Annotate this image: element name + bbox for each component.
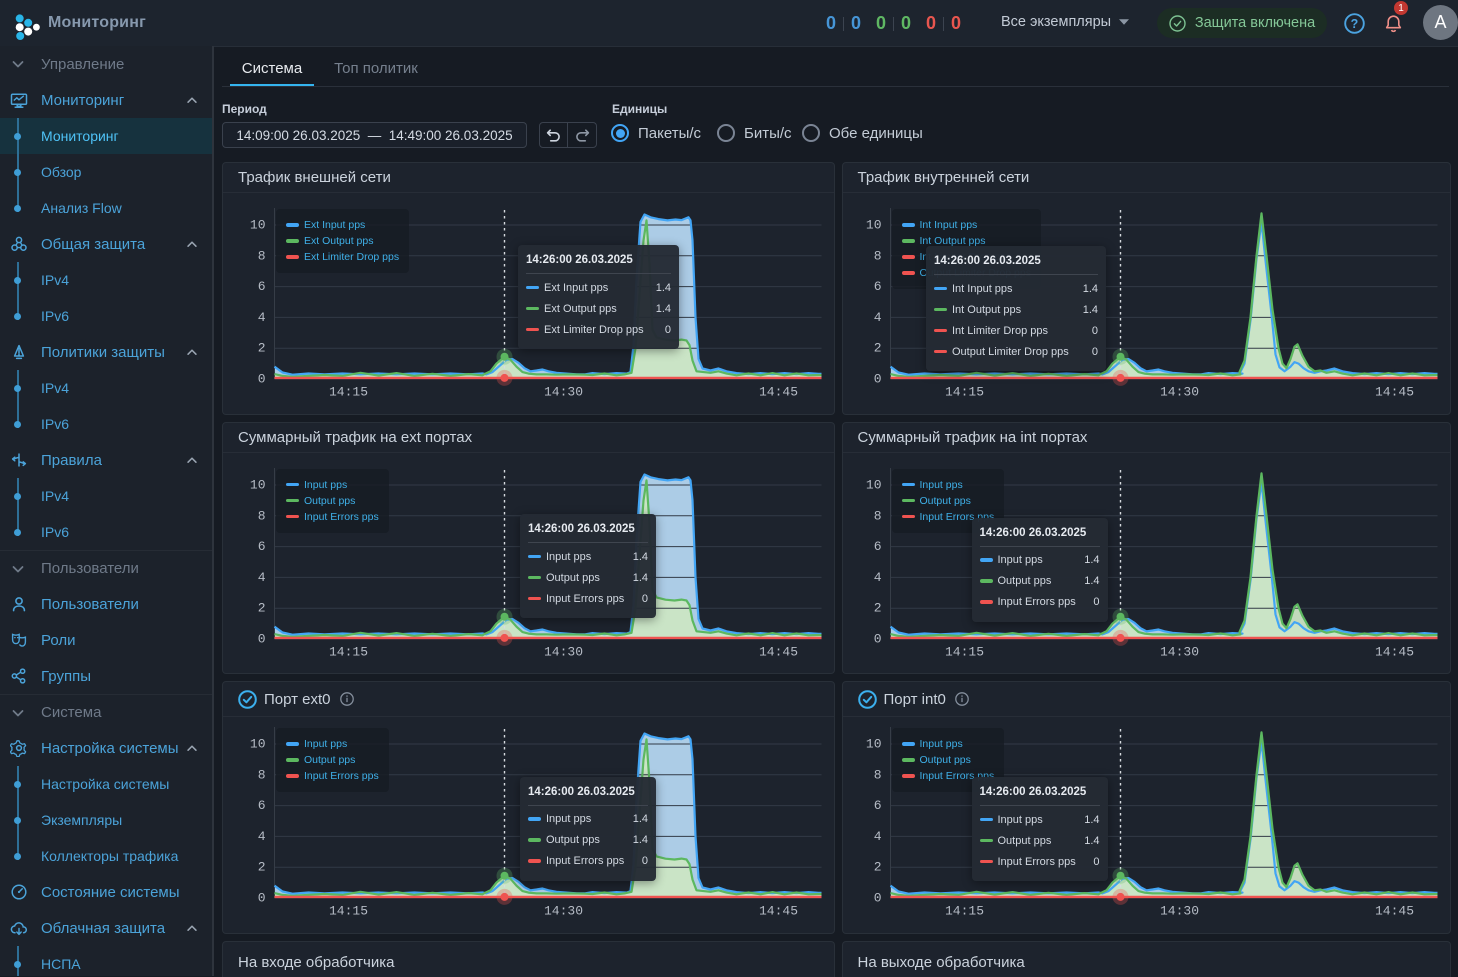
svg-text:14:15: 14:15 [329,644,368,659]
svg-text:10: 10 [865,737,881,752]
svg-text:14:45: 14:45 [759,904,798,919]
svg-text:14:30: 14:30 [544,644,583,659]
svg-text:6: 6 [258,539,266,554]
svg-text:8: 8 [873,508,881,523]
svg-text:8: 8 [873,767,881,782]
svg-text:6: 6 [258,798,266,813]
svg-text:14:15: 14:15 [944,385,983,400]
svg-text:2: 2 [873,600,881,615]
svg-text:14:30: 14:30 [544,385,583,400]
svg-text:6: 6 [873,798,881,813]
svg-text:2: 2 [258,600,266,615]
svg-text:2: 2 [873,341,881,356]
svg-text:14:30: 14:30 [1159,644,1198,659]
svg-text:8: 8 [258,508,266,523]
svg-text:6: 6 [258,279,266,294]
svg-text:10: 10 [250,737,266,752]
svg-text:14:15: 14:15 [944,904,983,919]
svg-text:4: 4 [873,829,881,844]
svg-text:14:45: 14:45 [1374,904,1413,919]
svg-text:4: 4 [258,569,266,584]
svg-text:2: 2 [873,860,881,875]
svg-text:0: 0 [873,372,881,387]
svg-text:14:15: 14:15 [329,385,368,400]
svg-text:8: 8 [258,248,266,263]
svg-text:14:45: 14:45 [1374,385,1413,400]
svg-text:4: 4 [873,310,881,325]
svg-text:?: ? [1351,17,1359,31]
svg-text:14:30: 14:30 [544,904,583,919]
svg-text:2: 2 [258,860,266,875]
svg-text:14:45: 14:45 [759,644,798,659]
svg-text:8: 8 [873,248,881,263]
svg-text:8: 8 [258,767,266,782]
svg-text:0: 0 [258,631,266,646]
svg-text:6: 6 [873,539,881,554]
svg-text:6: 6 [873,279,881,294]
svg-text:10: 10 [250,218,266,233]
svg-text:10: 10 [250,477,266,492]
svg-text:10: 10 [865,477,881,492]
svg-text:0: 0 [258,372,266,387]
svg-text:10: 10 [865,218,881,233]
svg-text:0: 0 [873,631,881,646]
svg-text:14:30: 14:30 [1159,385,1198,400]
svg-text:14:15: 14:15 [329,904,368,919]
svg-text:2: 2 [258,341,266,356]
svg-text:4: 4 [258,829,266,844]
svg-text:4: 4 [873,569,881,584]
svg-text:4: 4 [258,310,266,325]
svg-text:14:15: 14:15 [944,644,983,659]
svg-text:0: 0 [258,891,266,906]
svg-text:14:45: 14:45 [1374,644,1413,659]
svg-text:0: 0 [873,891,881,906]
svg-text:14:30: 14:30 [1159,904,1198,919]
svg-text:14:45: 14:45 [759,385,798,400]
